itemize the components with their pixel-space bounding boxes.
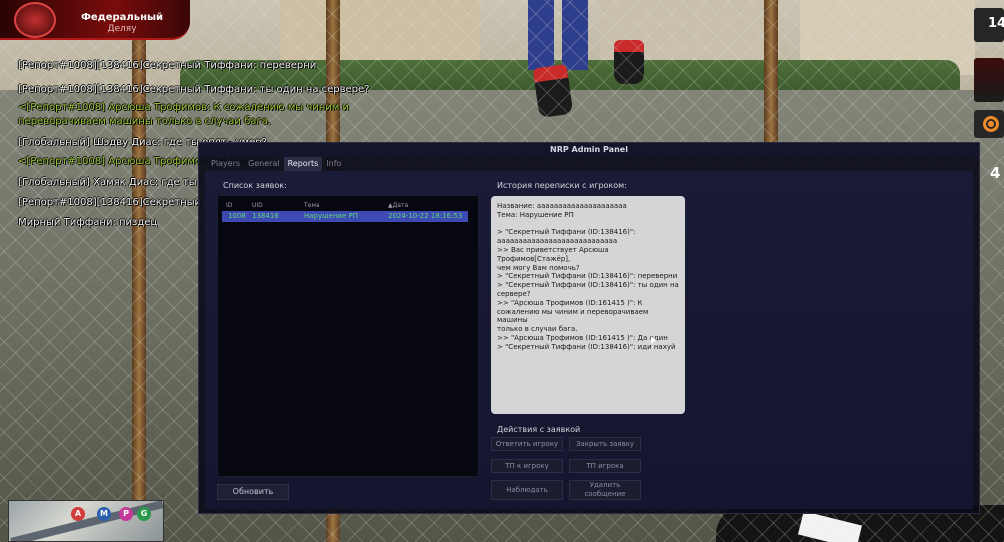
column-header-uid[interactable]: UID	[252, 202, 263, 209]
teleport-to-player-button[interactable]: ТП к игроку	[491, 459, 563, 473]
chat-line: [Репорт#1008][138416]Секретный Тиффани: …	[18, 60, 317, 71]
chat-line: <[Репорт#1008] Арсюша Трофимов: К сожале…	[18, 102, 349, 113]
panel-title: NRP Admin Panel	[199, 143, 979, 157]
actions-label: Действия с заявкой	[497, 425, 581, 434]
history-line: > "Секретный Тиффани (ID:138416)": перев…	[497, 272, 678, 281]
reports-list-label: Список заявок:	[223, 181, 287, 190]
faction-subtitle: Деляу	[107, 24, 137, 34]
map-marker-icon: G	[137, 507, 151, 521]
history-line: > "Секретный Тиффани (ID:138416)": иди н…	[497, 342, 676, 351]
history-label: История переписки с игроком:	[497, 181, 627, 190]
hud-counter-value: 14	[988, 16, 1004, 31]
spectate-button[interactable]: Наблюдать	[491, 480, 563, 500]
close-report-button[interactable]: Закрыть заявку	[569, 437, 641, 451]
faction-title: Федеральный	[80, 12, 164, 23]
hud-side-digit: 4	[990, 164, 1001, 182]
column-header-topic[interactable]: Тема	[304, 202, 320, 209]
panel-body: Список заявок: История переписки с игрок…	[205, 171, 973, 509]
history-line: Тема: Нарушение РП	[497, 210, 574, 219]
panel-tabs: Players General Reports Info	[207, 157, 345, 171]
teleport-player-here-button[interactable]: ТП игрока	[569, 459, 641, 473]
history-line: >> "Арсюша Трофимов (ID:161415 )": К	[497, 298, 643, 307]
chat-line: [Репорт#1008][138416]Секретный Тиффани: …	[18, 84, 370, 95]
cell-uid: 138416	[252, 212, 279, 220]
tab-info[interactable]: Info	[322, 157, 345, 171]
tab-players[interactable]: Players	[207, 157, 244, 171]
faction-emblem-icon	[14, 2, 56, 38]
map-marker-icon: A	[71, 507, 85, 521]
mouse-cursor-icon	[651, 336, 656, 344]
tab-general[interactable]: General	[244, 157, 284, 171]
table-row[interactable]: 1008 138416 Нарушение РП 2024-10-22 18:1…	[222, 211, 468, 222]
history-line: > "Секретный Тиффани (ID:138416)":	[497, 228, 636, 237]
history-line: > "Секретный Тиффани (ID:138416)": ты од…	[497, 281, 679, 290]
reply-player-button[interactable]: Ответить игроку	[491, 437, 563, 451]
faction-banner: Федеральный Деляу	[0, 0, 190, 40]
tab-reports[interactable]: Reports	[283, 157, 323, 171]
history-line: Название: aaaaaaaaaaaaaaaaaaaaa	[497, 202, 627, 210]
chat-line: переворачиваем машины только в случаи ба…	[18, 116, 271, 127]
column-header-date[interactable]: ▲Дата	[388, 202, 408, 209]
history-line: только в случаи бага.	[497, 325, 578, 334]
hud-avatar	[974, 58, 1004, 102]
history-line: сожалению мы чиним и переворачиваем маши…	[497, 307, 651, 325]
minimap: A M P G	[8, 500, 164, 542]
map-marker-icon: P	[119, 507, 133, 521]
history-line	[497, 220, 679, 229]
chat-line: [Глобальный] Хамяк Диас: где ты в ас	[18, 177, 221, 188]
history-line: aaaaaaaaaaaaaaaaaaaaaaaaaaaa	[497, 237, 618, 246]
column-header-id[interactable]: ID	[226, 202, 232, 209]
refresh-button[interactable]: Обновить	[217, 484, 289, 500]
history-line: сервере?	[497, 289, 531, 298]
chat-line: Мирный Тиффани: пиздец	[18, 217, 158, 228]
chat-history: Название: aaaaaaaaaaaaaaaaaaaaa Тема: На…	[491, 196, 685, 414]
reports-list[interactable]: ID UID Тема ▲Дата 1008 138416 Нарушение …	[217, 195, 479, 477]
history-line: >> Вас приветствует Арсюша Трофимов[Стаж…	[497, 245, 611, 263]
chat-line: [Репорт#1008][138416]Секретный Ти	[18, 197, 217, 208]
delete-message-button[interactable]: Удалить сообщение	[569, 480, 641, 500]
cell-date: 2024-10-22 18:16:53	[388, 212, 463, 220]
history-line: чем могу Вам помочь?	[497, 263, 580, 272]
target-icon: ●	[983, 116, 999, 132]
admin-panel: NRP Admin Panel Players General Reports …	[198, 142, 980, 514]
cell-topic: Нарушение РП	[304, 212, 358, 220]
cell-id: 1008	[228, 212, 246, 220]
map-marker-icon: M	[97, 507, 111, 521]
